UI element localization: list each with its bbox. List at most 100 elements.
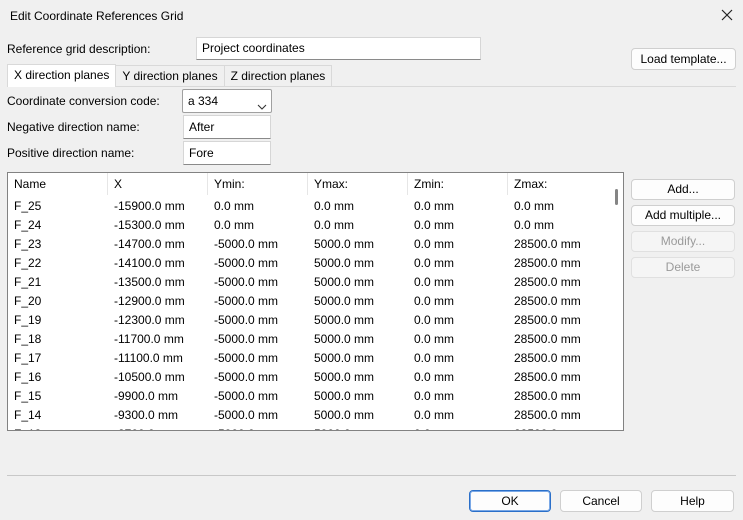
cell-ymax: 0.0 mm xyxy=(314,199,355,213)
column-header-x[interactable]: X xyxy=(108,173,208,195)
planes-table[interactable]: Name X Ymin: Ymax: Zmin: Zmax: F_25 -1590… xyxy=(7,172,624,431)
cell-x: -8700.0 mm xyxy=(108,425,178,430)
cell-ymax: 5000.0 mm xyxy=(314,275,375,289)
cell-ymax: 5000.0 mm xyxy=(314,313,375,327)
cell-zmax: 28500.0 mm xyxy=(508,425,581,430)
cell-ymax: 5000.0 mm xyxy=(308,425,374,430)
add-multiple-button[interactable]: Add multiple... xyxy=(631,205,735,226)
conversion-code-select[interactable]: a 334 xyxy=(182,89,272,113)
column-header-zmin[interactable]: Zmin: xyxy=(408,173,508,195)
table-row[interactable]: F_17 -11100.0 mm -5000.0 mm 5000.0 mm 0.0 mm… xyxy=(8,349,608,368)
cell-ymax: 5000.0 mm xyxy=(314,256,375,270)
tab-z-direction-planes[interactable]: Z direction planes xyxy=(223,65,333,86)
cell-ymin: 0.0 mm xyxy=(214,218,255,232)
negative-direction-input[interactable]: After xyxy=(183,115,271,139)
cell-zmin: 0.0 mm xyxy=(414,237,455,251)
cell-x: -12300.0 mm xyxy=(114,313,185,327)
table-row[interactable]: F_16 -10500.0 mm -5000.0 mm 5000.0 mm 0.0 mm… xyxy=(8,368,608,387)
cell-ymin: -5000.0 mm xyxy=(214,389,279,403)
cell-ymax: 5000.0 mm xyxy=(314,389,375,403)
cell-zmax: 28500.0 mm xyxy=(514,256,581,270)
cell-zmax: 28500.0 mm xyxy=(514,408,581,422)
cell-ymin: -5000.0 mm xyxy=(214,313,279,327)
table-scrollbar[interactable] xyxy=(610,173,623,430)
cell-zmax: 28500.0 mm xyxy=(514,275,581,289)
cell-ymin: -5000.0 mm xyxy=(208,425,278,430)
cell-ymax: 5000.0 mm xyxy=(314,237,375,251)
close-icon[interactable] xyxy=(716,4,738,26)
load-template-button[interactable]: Load template... xyxy=(631,48,736,70)
column-header-name[interactable]: Name xyxy=(8,173,108,195)
cell-zmin: 0.0 mm xyxy=(414,370,455,384)
cell-x: -11100.0 mm xyxy=(114,351,183,365)
cell-name: F_22 xyxy=(14,256,42,270)
description-label: Reference grid description: xyxy=(7,42,151,56)
cell-name: F_19 xyxy=(14,313,42,327)
cell-name: F_15 xyxy=(14,389,42,403)
table-row[interactable]: F_13 -8700.0 mm -5000.0 mm 5000.0 mm 0.0 mm 2… xyxy=(8,425,608,430)
cell-x: -13500.0 mm xyxy=(114,275,185,289)
tab-y-direction-planes[interactable]: Y direction planes xyxy=(115,65,225,86)
cell-ymax: 5000.0 mm xyxy=(314,294,375,308)
cell-x: -11700.0 mm xyxy=(114,332,184,346)
table-row[interactable]: F_20 -12900.0 mm -5000.0 mm 5000.0 mm 0.0 mm… xyxy=(8,292,608,311)
cell-ymin: -5000.0 mm xyxy=(214,370,279,384)
column-header-zmax[interactable]: Zmax: xyxy=(508,173,610,195)
cell-zmax: 28500.0 mm xyxy=(514,294,581,308)
cell-x: -12900.0 mm xyxy=(114,294,185,308)
cell-ymin: -5000.0 mm xyxy=(214,332,279,346)
cell-zmin: 0.0 mm xyxy=(414,351,455,365)
cell-name: F_23 xyxy=(14,237,42,251)
cell-name: F_21 xyxy=(14,275,42,289)
cell-zmax: 0.0 mm xyxy=(514,199,555,213)
table-row[interactable]: F_25 -15900.0 mm 0.0 mm 0.0 mm 0.0 mm 0.0 mm xyxy=(8,197,608,216)
cell-name: F_17 xyxy=(14,351,42,365)
cell-x: -9300.0 mm xyxy=(114,408,179,422)
cell-zmin: 0.0 mm xyxy=(414,313,455,327)
description-input[interactable]: Project coordinates xyxy=(196,37,481,60)
table-row[interactable]: F_18 -11700.0 mm -5000.0 mm 5000.0 mm 0.0 mm… xyxy=(8,330,608,349)
table-row[interactable]: F_19 -12300.0 mm -5000.0 mm 5000.0 mm 0.0 mm… xyxy=(8,311,608,330)
table-header: Name X Ymin: Ymax: Zmin: Zmax: xyxy=(8,173,608,195)
chevron-down-icon xyxy=(257,96,267,110)
cell-ymin: -5000.0 mm xyxy=(214,408,279,422)
window-title: Edit Coordinate References Grid xyxy=(10,9,184,23)
cell-x: -14100.0 mm xyxy=(114,256,185,270)
cell-ymin: -5000.0 mm xyxy=(214,256,279,270)
cell-zmax: 0.0 mm xyxy=(514,218,555,232)
column-header-ymin[interactable]: Ymin: xyxy=(208,173,308,195)
help-button[interactable]: Help xyxy=(651,490,734,512)
table-row[interactable]: F_15 -9900.0 mm -5000.0 mm 5000.0 mm 0.0 mm 2… xyxy=(8,387,608,406)
cell-ymin: -5000.0 mm xyxy=(214,237,279,251)
delete-button[interactable]: Delete xyxy=(631,257,735,278)
cell-x: -14700.0 mm xyxy=(114,237,185,251)
modify-button[interactable]: Modify... xyxy=(631,231,735,252)
scrollbar-thumb[interactable] xyxy=(615,189,618,205)
cell-zmin: 0.0 mm xyxy=(414,256,455,270)
cell-ymin: -5000.0 mm xyxy=(214,294,279,308)
tab-x-direction-planes[interactable]: X direction planes xyxy=(7,64,117,87)
add-button[interactable]: Add... xyxy=(631,179,735,200)
table-row[interactable]: F_14 -9300.0 mm -5000.0 mm 5000.0 mm 0.0 mm 2… xyxy=(8,406,608,425)
cell-x: -15900.0 mm xyxy=(114,199,185,213)
footer-separator xyxy=(7,475,736,476)
table-row[interactable]: F_23 -14700.0 mm -5000.0 mm 5000.0 mm 0.0 mm… xyxy=(8,235,608,254)
direction-tabs: X direction planes Y direction planes Z … xyxy=(7,64,333,87)
column-header-ymax[interactable]: Ymax: xyxy=(308,173,408,195)
table-row[interactable]: F_24 -15300.0 mm 0.0 mm 0.0 mm 0.0 mm 0.0 mm xyxy=(8,216,608,235)
table-row[interactable]: F_22 -14100.0 mm -5000.0 mm 5000.0 mm 0.0 mm… xyxy=(8,254,608,273)
ok-button[interactable]: OK xyxy=(469,490,551,512)
cell-ymax: 5000.0 mm xyxy=(314,332,375,346)
positive-direction-input[interactable]: Fore xyxy=(183,141,271,165)
cell-ymin: -5000.0 mm xyxy=(214,351,279,365)
cell-name: F_13 xyxy=(8,425,41,430)
cell-zmax: 28500.0 mm xyxy=(514,332,581,346)
negative-direction-label: Negative direction name: xyxy=(7,120,140,134)
cell-zmin: 0.0 mm xyxy=(414,199,455,213)
cancel-button[interactable]: Cancel xyxy=(560,490,642,512)
conversion-code-value: a 334 xyxy=(188,94,219,108)
cell-zmax: 28500.0 mm xyxy=(514,313,581,327)
table-row[interactable]: F_21 -13500.0 mm -5000.0 mm 5000.0 mm 0.0 mm… xyxy=(8,273,608,292)
cell-ymax: 5000.0 mm xyxy=(314,370,375,384)
cell-name: F_24 xyxy=(14,218,42,232)
